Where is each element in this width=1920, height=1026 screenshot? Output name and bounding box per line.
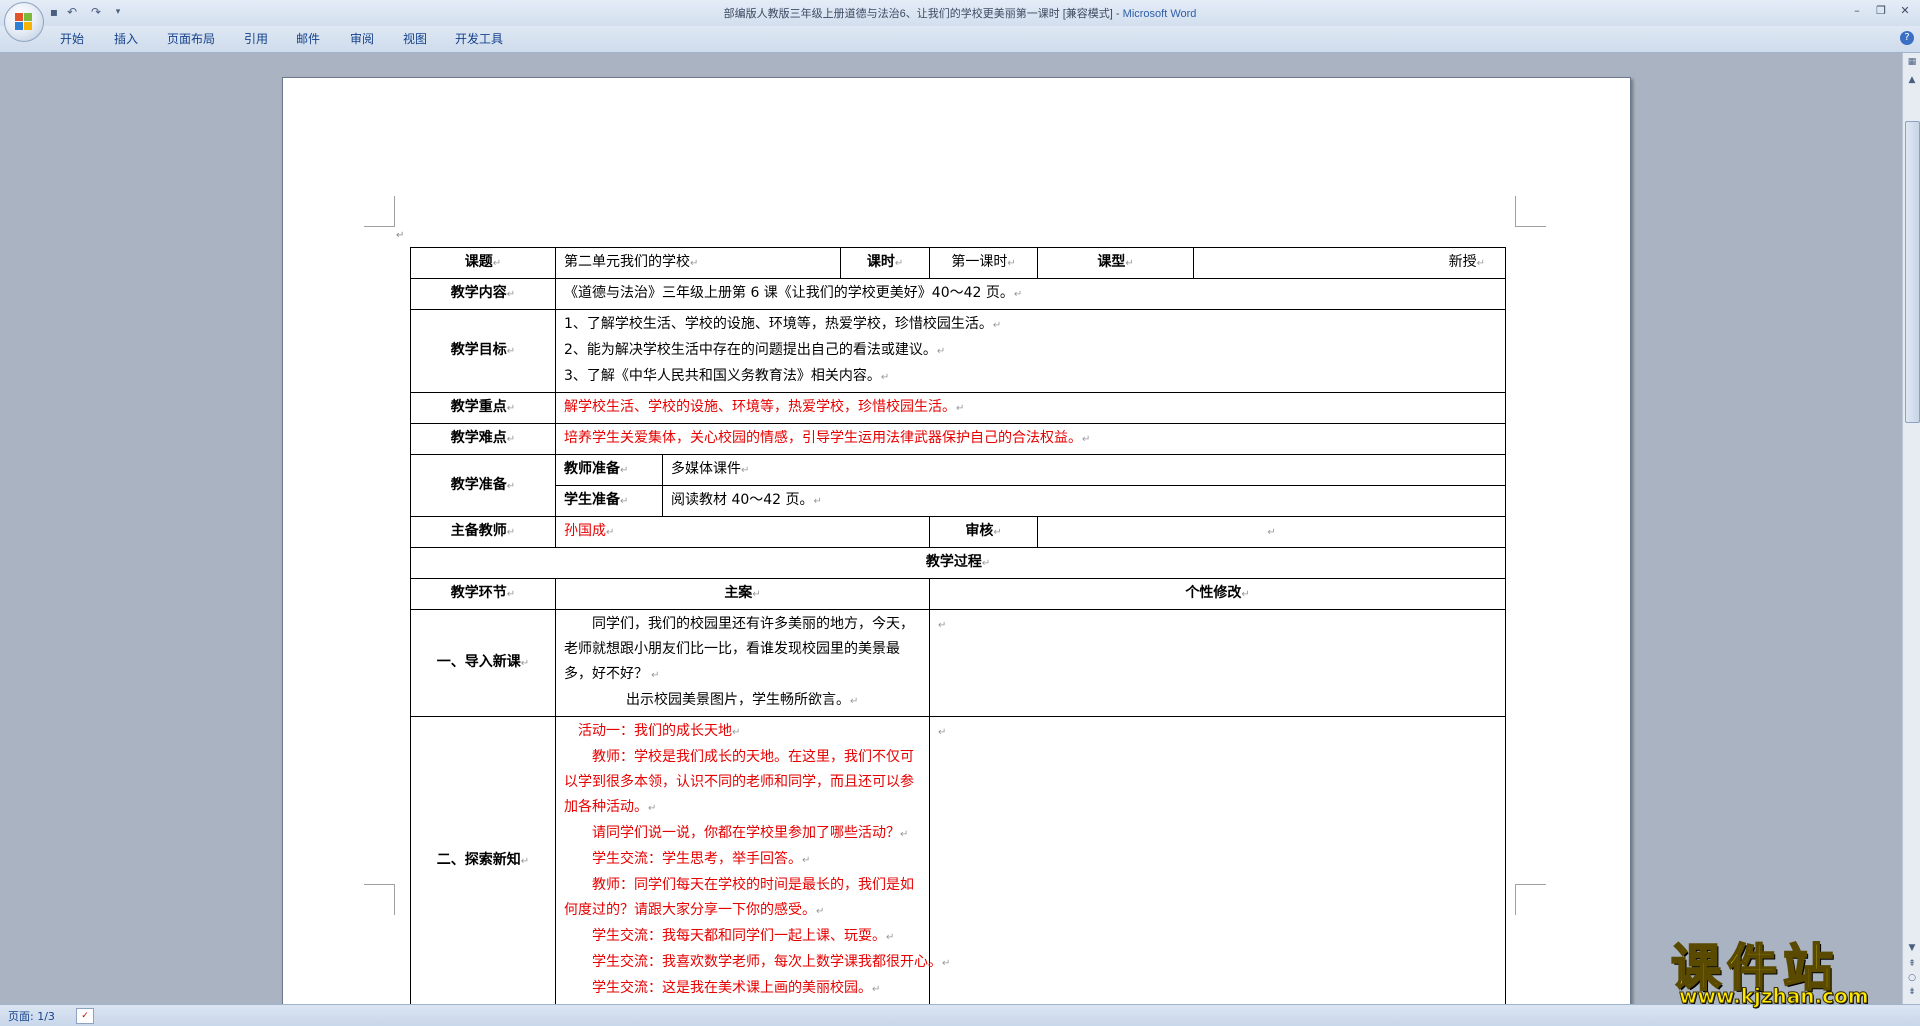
lesson-plan-table: 课题↵ 第二单元我们的学校↵ 课时↵ 第一课时↵ 课型↵ 新授↵ 教学内容↵ 《… bbox=[409, 247, 1507, 1004]
help-icon[interactable]: ? bbox=[1900, 31, 1914, 45]
content-value[interactable]: 《道德与法治》三年级上册第 6 课《让我们的学校更美好》40～42 页。↵ bbox=[554, 278, 1507, 310]
table-row: 二、探索新知↵ 活动一：我们的成长天地↵ 教师：学校是我们成长的天地。在这里，我… bbox=[410, 716, 1507, 1004]
teacher-prep-label: 教师准备↵ bbox=[555, 454, 663, 486]
lead-teacher-value[interactable]: 孙国成↵ bbox=[554, 516, 931, 548]
col-plan-header: 主案↵ bbox=[554, 578, 931, 610]
status-bar: 页面: 1/3 ✓ bbox=[0, 1004, 1920, 1026]
tab-review[interactable]: 审阅 bbox=[350, 30, 374, 47]
table-row: 课题↵ 第二单元我们的学校↵ 课时↵ 第一课时↵ 课型↵ 新授↵ bbox=[410, 247, 1507, 279]
scroll-thumb[interactable] bbox=[1905, 121, 1920, 423]
table-row: 教学难点↵ 培养学生关爱集体，关心校园的情感，引导学生运用法律武器保护自己的合法… bbox=[410, 423, 1507, 455]
topic-value[interactable]: 第二单元我们的学校↵ bbox=[554, 247, 842, 279]
plan-paragraph: 学生交流：学生思考，举手回答。↵ bbox=[592, 851, 811, 867]
stage1-label: 一、导入新课↵ bbox=[410, 609, 556, 717]
document-workspace: ↵ 课题↵ 第二单元我们的学校↵ 课时↵ 第一课时↵ 课型↵ 新授↵ 教学内容↵… bbox=[0, 53, 1902, 1004]
tab-view[interactable]: 视图 bbox=[403, 30, 427, 47]
close-button[interactable]: ✕ bbox=[1894, 2, 1916, 20]
crop-mark bbox=[1515, 196, 1546, 227]
stage1-personal[interactable]: ↵ bbox=[929, 609, 1507, 717]
goals-label: 教学目标↵ bbox=[410, 309, 556, 393]
tab-mailings[interactable]: 邮件 bbox=[296, 30, 320, 47]
col-personal-header: 个性修改↵ bbox=[929, 578, 1507, 610]
type-label: 课型↵ bbox=[1037, 247, 1195, 279]
table-row: 学生准备↵ 阅读教材 40～42 页。↵ bbox=[411, 485, 1507, 517]
plan-paragraph: 教师：学校是我们成长的天地。在这里，我们不仅可以学到很多本领，认识不同的老师和同… bbox=[564, 749, 914, 815]
paragraph-mark: ↵ bbox=[396, 230, 405, 241]
plan-paragraph: 活动一：我们的成长天地↵ bbox=[578, 723, 741, 739]
tab-references[interactable]: 引用 bbox=[244, 30, 268, 47]
document-title: 部编版人教版三年级上册道德与法治6、让我们的学校更美丽第一课时 [兼容模式] bbox=[723, 8, 1113, 20]
app-name: Microsoft Word bbox=[1122, 8, 1197, 20]
period-label: 课时↵ bbox=[840, 247, 931, 279]
previous-page-icon[interactable]: ⇞ bbox=[1905, 957, 1919, 971]
stage1-plan[interactable]: 同学们，我们的校园里还有许多美丽的地方，今天，老师就想跟小朋友们比一比，看谁发现… bbox=[554, 609, 931, 717]
watermark-url: www.kjzhan.com bbox=[1679, 984, 1870, 1009]
key-point-label: 教学重点↵ bbox=[410, 392, 556, 424]
teacher-prep-value[interactable]: 多媒体课件↵ bbox=[661, 454, 1507, 486]
table-row: 教学过程↵ bbox=[409, 547, 1507, 579]
table-row: 教学重点↵ 解学校生活、学校的设施、环境等，热爱学校，珍惜校园生活。↵ bbox=[410, 392, 1507, 424]
topic-label: 课题↵ bbox=[410, 247, 556, 279]
select-browse-object-icon[interactable]: ○ bbox=[1905, 971, 1919, 985]
plan-paragraph: 学生交流：这是我在美术课上画的美丽校园。↵ bbox=[592, 980, 881, 996]
table-row: 教学目标↵ 1、了解学校生活、学校的设施、环境等，热爱学校，珍惜校园生活。↵ 2… bbox=[410, 309, 1507, 393]
scroll-down-icon[interactable]: ▼ bbox=[1905, 941, 1919, 955]
ruler-toggle-icon[interactable]: ▦ bbox=[1905, 55, 1919, 69]
review-value[interactable]: ↵ bbox=[1037, 516, 1507, 548]
crop-mark bbox=[364, 884, 395, 915]
ribbon-tab-bar: 开始 插入 页面布局 引用 邮件 审阅 视图 开发工具 ? bbox=[0, 26, 1920, 53]
site-watermark: 课件站 www.kjzhan.com bbox=[1670, 928, 1901, 1009]
page-count[interactable]: 页面: 1/3 bbox=[8, 1008, 55, 1024]
difficulty-value[interactable]: 培养学生关爱集体，关心校园的情感，引导学生运用法律武器保护自己的合法权益。↵ bbox=[554, 423, 1507, 455]
window-title: 部编版人教版三年级上册道德与法治6、让我们的学校更美丽第一课时 [兼容模式] -… bbox=[0, 5, 1920, 21]
office-logo-icon bbox=[15, 13, 33, 31]
table-row: 教学环节↵ 主案↵ 个性修改↵ bbox=[410, 578, 1507, 610]
crop-mark bbox=[364, 196, 395, 227]
col-stage-header: 教学环节↵ bbox=[410, 578, 556, 610]
content-label: 教学内容↵ bbox=[410, 278, 556, 310]
restore-button[interactable]: ❐ bbox=[1870, 2, 1892, 20]
period-value[interactable]: 第一课时↵ bbox=[929, 247, 1039, 279]
table-row: 教学准备↵ 教师准备↵ 多媒体课件↵ bbox=[410, 454, 1507, 517]
title-bar: ▪ ↶ ↷ ▾ 部编版人教版三年级上册道德与法治6、让我们的学校更美丽第一课时 … bbox=[0, 0, 1920, 26]
crop-mark bbox=[1515, 884, 1546, 915]
prep-label: 教学准备↵ bbox=[410, 454, 556, 517]
next-page-icon[interactable]: ⇟ bbox=[1905, 985, 1919, 999]
table-row: 一、导入新课↵ 同学们，我们的校园里还有许多美丽的地方，今天，老师就想跟小朋友们… bbox=[410, 609, 1507, 717]
goal-item: 2、能为解决学校生活中存在的问题提出自己的看法或建议。↵ bbox=[564, 342, 946, 358]
scroll-up-icon[interactable]: ▲ bbox=[1905, 73, 1919, 87]
plan-paragraph: 请同学们说一说，你都在学校里参加了哪些活动？↵ bbox=[592, 825, 909, 841]
tab-page-layout[interactable]: 页面布局 bbox=[167, 30, 215, 47]
plan-paragraph: 学生交流：我每天都和同学们一起上课、玩耍。↵ bbox=[592, 928, 895, 944]
stage2-label: 二、探索新知↵ bbox=[410, 716, 556, 1004]
office-button[interactable] bbox=[4, 2, 44, 42]
goal-item: 3、了解《中华人民共和国义务教育法》相关内容。↵ bbox=[564, 368, 890, 384]
student-prep-value[interactable]: 阅读教材 40～42 页。↵ bbox=[661, 485, 1507, 517]
review-label: 审核↵ bbox=[929, 516, 1039, 548]
tab-insert[interactable]: 插入 bbox=[114, 30, 138, 47]
difficulty-label: 教学难点↵ bbox=[410, 423, 556, 455]
tab-developer[interactable]: 开发工具 bbox=[455, 30, 503, 47]
student-prep-label: 学生准备↵ bbox=[555, 485, 663, 517]
tab-home[interactable]: 开始 bbox=[60, 30, 84, 47]
goals-value[interactable]: 1、了解学校生活、学校的设施、环境等，热爱学校，珍惜校园生活。↵ 2、能为解决学… bbox=[554, 309, 1507, 393]
proofing-icon[interactable]: ✓ bbox=[76, 1008, 94, 1024]
plan-paragraph: 学生交流：我喜欢数学老师，每次上数学课我都很开心。↵ bbox=[592, 954, 951, 970]
table-row: 教学内容↵ 《道德与法治》三年级上册第 6 课《让我们的学校更美好》40～42 … bbox=[410, 278, 1507, 310]
stage2-plan[interactable]: 活动一：我们的成长天地↵ 教师：学校是我们成长的天地。在这里，我们不仅可以学到很… bbox=[554, 716, 951, 1004]
plan-paragraph: 出示校园美景图片，学生畅所欲言。↵ bbox=[626, 692, 859, 708]
stage2-personal[interactable]: ↵ bbox=[929, 716, 1507, 1004]
vertical-scrollbar[interactable]: ▦ ▲ ▼ ⇞ ○ ⇟ bbox=[1902, 53, 1920, 1004]
minimize-button[interactable]: – bbox=[1846, 2, 1868, 20]
title-separator: - bbox=[1112, 8, 1123, 20]
plan-paragraph: 教师：同学们每天在学校的时间是最长的，我们是如何度过的？请跟大家分享一下你的感受… bbox=[564, 877, 914, 918]
table-row: 主备教师↵ 孙国成↵ 审核↵ ↵ bbox=[410, 516, 1507, 548]
process-header: 教学过程↵ bbox=[409, 547, 1507, 579]
goal-item: 1、了解学校生活、学校的设施、环境等，热爱学校，珍惜校园生活。↵ bbox=[564, 316, 1002, 332]
key-point-value[interactable]: 解学校生活、学校的设施、环境等，热爱学校，珍惜校园生活。↵ bbox=[554, 392, 1507, 424]
type-value[interactable]: 新授↵ bbox=[1193, 247, 1507, 279]
lead-teacher-label: 主备教师↵ bbox=[410, 516, 556, 548]
document-page[interactable]: ↵ 课题↵ 第二单元我们的学校↵ 课时↵ 第一课时↵ 课型↵ 新授↵ 教学内容↵… bbox=[282, 77, 1631, 1004]
plan-paragraph: 同学们，我们的校园里还有许多美丽的地方，今天，老师就想跟小朋友们比一比，看谁发现… bbox=[564, 616, 914, 682]
